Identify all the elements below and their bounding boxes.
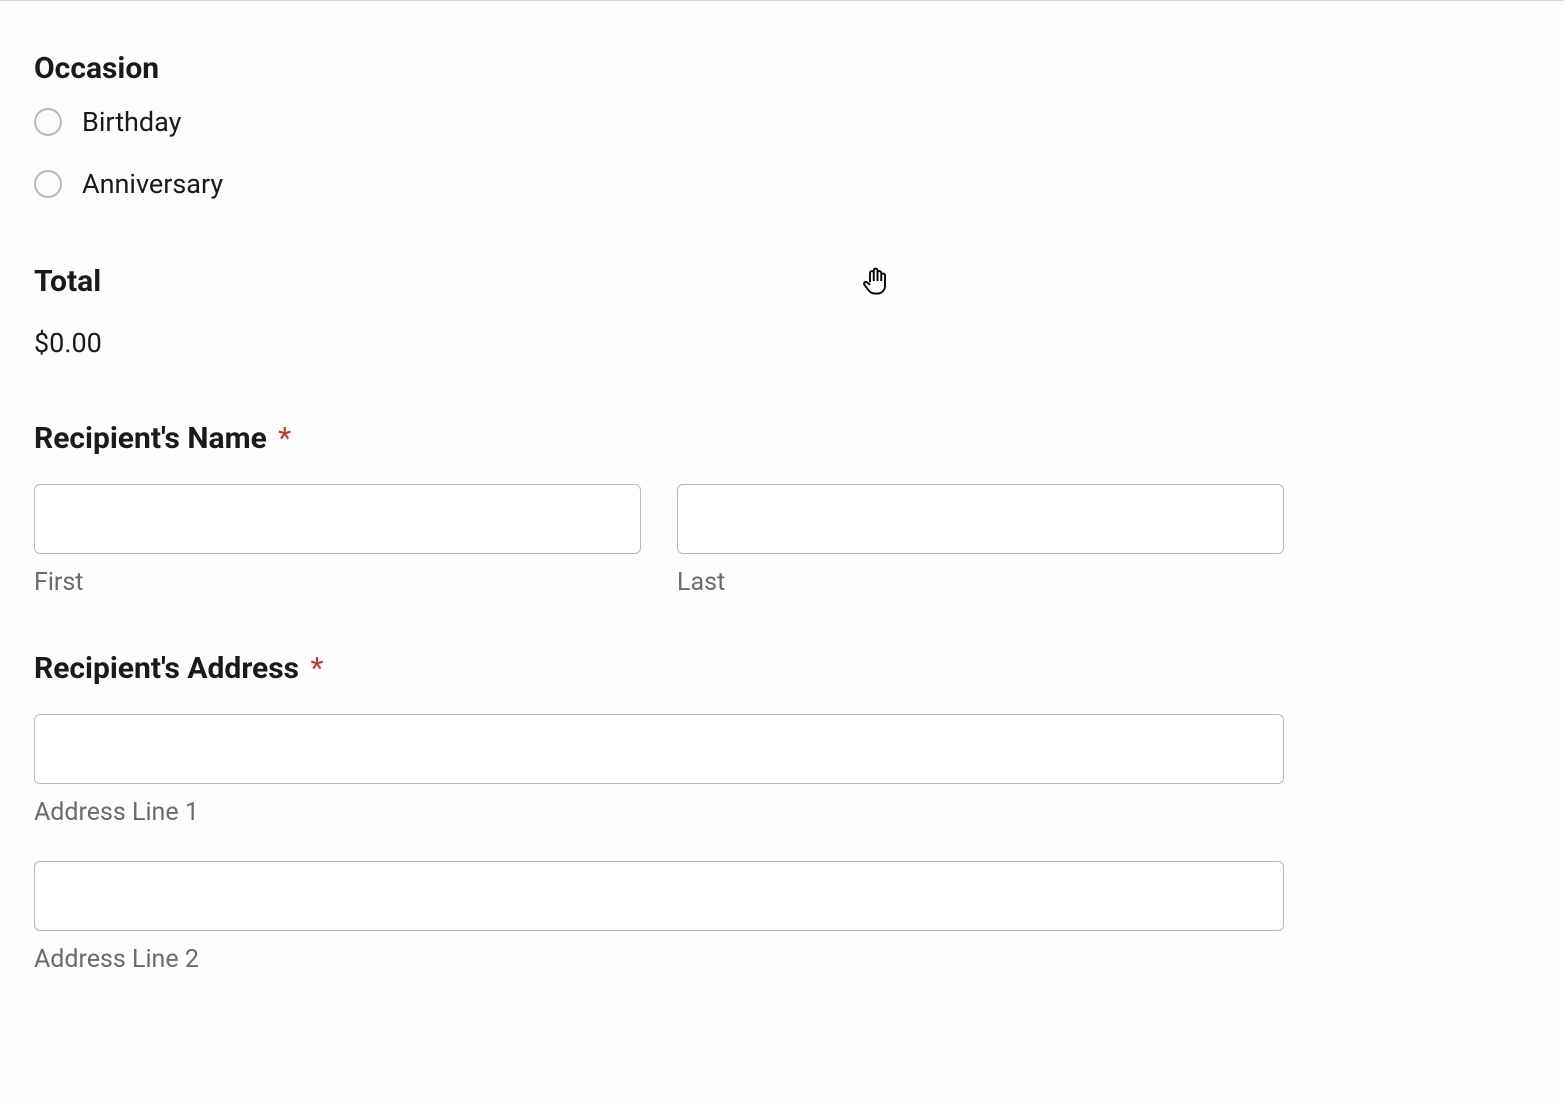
name-fields-row: First Last bbox=[34, 484, 1284, 597]
last-name-field-wrapper: Last bbox=[677, 484, 1284, 597]
occasion-radio-anniversary-label: Anniversary bbox=[82, 168, 223, 200]
address-line-2-input[interactable] bbox=[34, 861, 1284, 931]
last-name-sublabel: Last bbox=[677, 568, 1284, 597]
occasion-radio-group: Birthday Anniversary bbox=[34, 106, 1284, 200]
occasion-radio-anniversary[interactable]: Anniversary bbox=[34, 168, 1284, 200]
first-name-sublabel: First bbox=[34, 568, 641, 597]
first-name-field-wrapper: First bbox=[34, 484, 641, 597]
total-heading: Total bbox=[34, 264, 1284, 299]
recipient-address-heading-text: Recipient's Address bbox=[34, 651, 299, 686]
occasion-radio-birthday-label: Birthday bbox=[82, 106, 181, 138]
recipient-name-heading-text: Recipient's Name bbox=[34, 421, 267, 456]
occasion-heading: Occasion bbox=[34, 51, 1284, 86]
radio-circle-icon bbox=[34, 108, 62, 136]
recipient-address-heading: Recipient's Address * bbox=[34, 651, 1284, 686]
address-line-1-sublabel: Address Line 1 bbox=[34, 798, 1284, 827]
address-line-2-sublabel: Address Line 2 bbox=[34, 945, 1284, 974]
recipient-name-heading: Recipient's Name * bbox=[34, 421, 1284, 456]
first-name-input[interactable] bbox=[34, 484, 641, 554]
required-asterisk: * bbox=[311, 651, 324, 686]
total-value: $0.00 bbox=[34, 327, 1284, 359]
last-name-input[interactable] bbox=[677, 484, 1284, 554]
address-line-2-wrapper: Address Line 2 bbox=[34, 861, 1284, 974]
required-asterisk: * bbox=[278, 421, 291, 456]
radio-circle-icon bbox=[34, 170, 62, 198]
occasion-radio-birthday[interactable]: Birthday bbox=[34, 106, 1284, 138]
address-fields-column: Address Line 1 Address Line 2 bbox=[34, 714, 1284, 974]
form-container: Occasion Birthday Anniversary Total $0.0… bbox=[34, 51, 1284, 974]
address-line-1-input[interactable] bbox=[34, 714, 1284, 784]
address-line-1-wrapper: Address Line 1 bbox=[34, 714, 1284, 827]
